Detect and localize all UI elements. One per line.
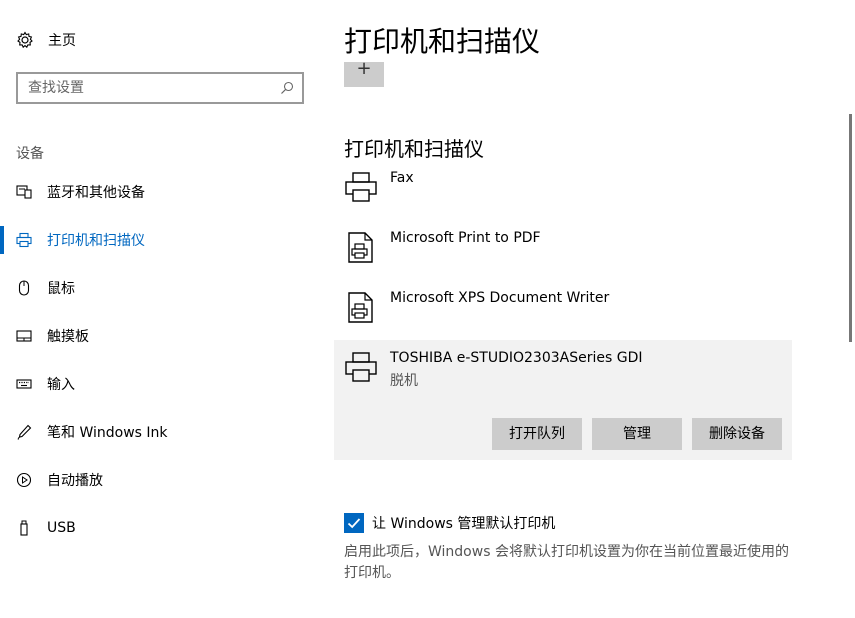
sidebar-item-label: USB	[47, 520, 76, 536]
default-printer-label: 让 Windows 管理默认打印机	[372, 516, 556, 532]
checkmark-icon	[347, 518, 361, 529]
sidebar-item-label: 自动播放	[47, 473, 103, 489]
scrollbar-thumb[interactable]	[849, 114, 852, 342]
page-title: 打印机和扫描仪	[344, 25, 541, 58]
section-heading: 打印机和扫描仪	[344, 137, 484, 161]
autoplay-icon	[16, 472, 32, 488]
search-input[interactable]	[18, 74, 278, 102]
printer-item-fax[interactable]: Fax	[334, 160, 792, 220]
remove-device-button[interactable]: 删除设备	[692, 418, 782, 450]
document-printer-icon	[348, 232, 373, 263]
active-indicator	[0, 226, 4, 254]
home-label: 主页	[48, 33, 76, 49]
open-queue-button[interactable]: 打开队列	[492, 418, 582, 450]
sidebar-item-label: 输入	[47, 377, 75, 393]
gear-icon	[17, 31, 33, 49]
printer-status: 脱机	[390, 373, 418, 389]
document-printer-icon	[348, 292, 373, 323]
home-link[interactable]: 主页	[16, 30, 76, 50]
sidebar-item-label: 打印机和扫描仪	[47, 233, 145, 249]
sidebar-item-typing[interactable]: 输入	[0, 366, 320, 402]
bluetooth-devices-icon	[16, 184, 32, 200]
sidebar-item-mouse[interactable]: 鼠标	[0, 270, 320, 306]
fax-printer-icon	[345, 172, 377, 202]
default-printer-checkbox[interactable]	[344, 513, 364, 533]
sidebar-item-printers[interactable]: 打印机和扫描仪	[0, 222, 320, 258]
default-printer-description: 启用此项后，Windows 会将默认打印机设置为你在当前位置最近使用的打印机。	[344, 544, 789, 581]
sidebar-item-label: 触摸板	[47, 329, 89, 345]
sidebar-item-pen[interactable]: 笔和 Windows Ink	[0, 414, 320, 450]
mouse-icon	[16, 280, 32, 296]
search-icon[interactable]	[280, 81, 294, 95]
sidebar-item-autoplay[interactable]: 自动播放	[0, 462, 320, 498]
usb-icon	[16, 520, 32, 536]
sidebar-item-label: 蓝牙和其他设备	[47, 185, 145, 201]
printer-item-toshiba[interactable]: TOSHIBA e-STUDIO2303ASeries GDI 脱机 打开队列 …	[334, 340, 792, 460]
printer-item-pdf[interactable]: Microsoft Print to PDF	[334, 220, 792, 280]
printer-name: Microsoft XPS Document Writer	[390, 290, 610, 306]
sidebar-item-bluetooth[interactable]: 蓝牙和其他设备	[0, 174, 320, 210]
section-label-devices: 设备	[16, 146, 44, 162]
printer-icon	[345, 352, 377, 382]
sidebar: 主页 设备 蓝牙和其他设备 打印机和扫描仪	[0, 0, 320, 618]
sidebar-item-label: 鼠标	[47, 281, 75, 297]
printer-name: Microsoft Print to PDF	[390, 230, 541, 246]
printer-name: TOSHIBA e-STUDIO2303ASeries GDI	[390, 350, 643, 366]
manage-button[interactable]: 管理	[592, 418, 682, 450]
pen-icon	[16, 424, 32, 440]
default-printer-option[interactable]: 让 Windows 管理默认打印机	[344, 513, 555, 533]
keyboard-icon	[16, 376, 32, 392]
sidebar-item-usb[interactable]: USB	[0, 510, 320, 546]
printer-name: Fax	[390, 170, 414, 186]
printer-icon	[16, 232, 32, 248]
printer-item-xps[interactable]: Microsoft XPS Document Writer	[334, 280, 792, 340]
add-printer-button[interactable]: +	[344, 62, 384, 87]
touchpad-icon	[16, 328, 32, 344]
sidebar-item-label: 笔和 Windows Ink	[47, 425, 168, 441]
sidebar-item-touchpad[interactable]: 触摸板	[0, 318, 320, 354]
main-panel: 打印机和扫描仪 + 打印机和扫描仪 Fax Microsoft Print to…	[334, 0, 814, 618]
search-box[interactable]	[16, 72, 304, 104]
